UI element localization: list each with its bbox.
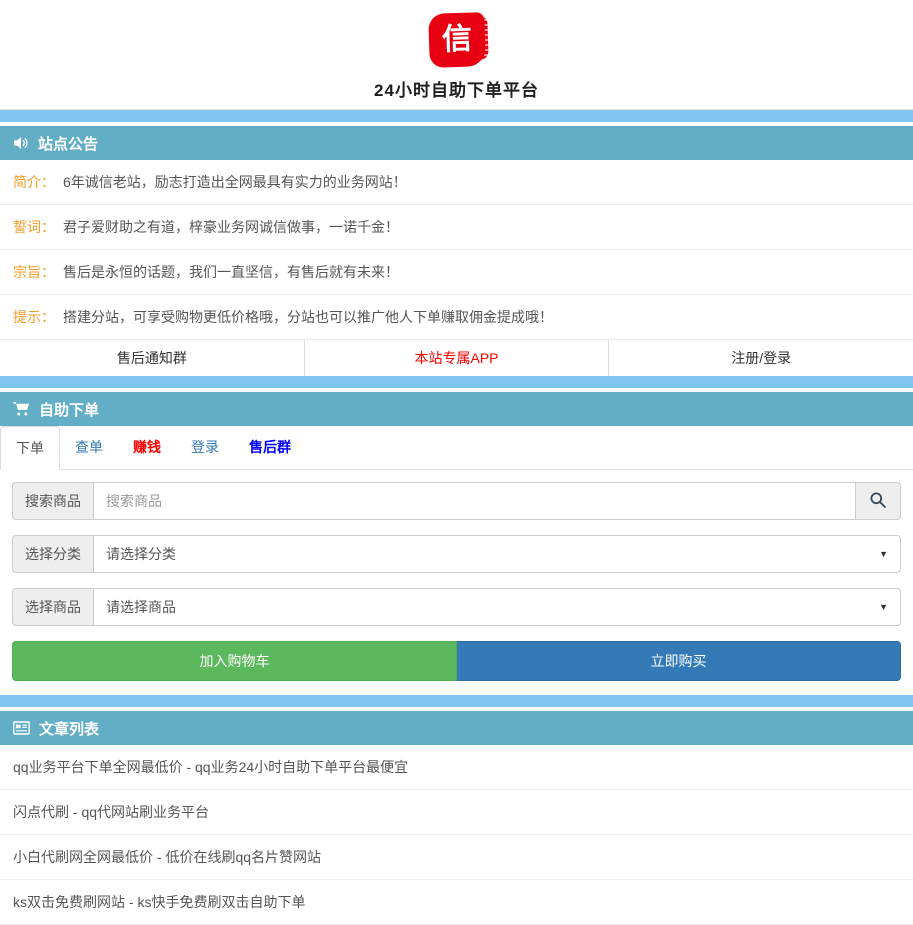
search-input[interactable] bbox=[93, 482, 856, 520]
tab-earn-money[interactable]: 赚钱 bbox=[118, 426, 176, 469]
add-to-cart-button[interactable]: 加入购物车 bbox=[12, 641, 457, 681]
article-list: qq业务平台下单全网最低价 - qq业务24小时自助下单平台最便宜 闪点代刷 -… bbox=[0, 745, 913, 925]
articles-header-title: 文章列表 bbox=[39, 718, 99, 739]
tab-place-order[interactable]: 下单 bbox=[0, 426, 60, 470]
announcement-list: 简介： 6年诚信老站，励志打造出全网最具有实力的业务网站！ 誓词： 君子爱财助之有道… bbox=[0, 160, 913, 340]
magnifier-icon bbox=[869, 491, 887, 512]
notice-label: 简介： bbox=[13, 174, 55, 190]
notice-text: 6年诚信老站，励志打造出全网最具有实力的业务网站！ bbox=[63, 174, 407, 190]
search-label: 搜索商品 bbox=[12, 482, 93, 520]
category-row: 选择分类 请选择分类 ▼ bbox=[12, 535, 901, 573]
notice-row: 宗旨： 售后是永恒的话题，我们一直坚信，有售后就有未来！ bbox=[0, 250, 913, 295]
product-select[interactable]: 请选择商品 ▼ bbox=[93, 588, 901, 626]
articles-header-bar: 文章列表 bbox=[0, 711, 913, 745]
aftersale-group-link[interactable]: 售后通知群 bbox=[0, 340, 304, 376]
announcement-header-bar: 站点公告 bbox=[0, 126, 913, 160]
site-title: 24小时自助下单平台 bbox=[0, 76, 913, 101]
announcement-header-title: 站点公告 bbox=[38, 133, 98, 154]
article-link[interactable]: 闪点代刷 - qq代网站刷业务平台 bbox=[0, 790, 913, 835]
order-tabs: 下单 查单 赚钱 登录 售后群 bbox=[0, 426, 913, 470]
article-link[interactable]: qq业务平台下单全网最低价 - qq业务24小时自助下单平台最便宜 bbox=[0, 745, 913, 790]
newspaper-icon bbox=[13, 721, 30, 735]
chevron-down-icon: ▼ bbox=[879, 549, 888, 559]
site-logo-seal: 信 bbox=[428, 12, 486, 68]
divider-strip bbox=[0, 376, 913, 388]
tab-login[interactable]: 登录 bbox=[176, 426, 234, 469]
notice-label: 誓词： bbox=[13, 219, 55, 235]
notice-row: 誓词： 君子爱财助之有道，梓豪业务网诚信做事，一诺千金！ bbox=[0, 205, 913, 250]
notice-row: 简介： 6年诚信老站，励志打造出全网最具有实力的业务网站！ bbox=[0, 160, 913, 205]
notice-label: 提示： bbox=[13, 309, 55, 325]
category-label: 选择分类 bbox=[12, 535, 93, 573]
site-app-link[interactable]: 本站专属APP bbox=[304, 340, 609, 376]
buy-now-button[interactable]: 立即购买 bbox=[457, 641, 901, 681]
notice-text: 君子爱财助之有道，梓豪业务网诚信做事，一诺千金！ bbox=[63, 219, 399, 235]
category-select[interactable]: 请选择分类 ▼ bbox=[93, 535, 901, 573]
divider-strip bbox=[0, 695, 913, 707]
quick-links-row: 售后通知群 本站专属APP 注册/登录 bbox=[0, 340, 913, 376]
order-actions-row: 加入购物车 立即购买 bbox=[12, 641, 901, 681]
notice-text: 售后是永恒的话题，我们一直坚信，有售后就有未来！ bbox=[63, 264, 399, 280]
speaker-icon bbox=[13, 135, 29, 151]
article-link[interactable]: ks双击免费刷网站 - ks快手免费刷双击自助下单 bbox=[0, 880, 913, 925]
article-link[interactable]: 小白代刷网全网最低价 - 低价在线刷qq名片赞网站 bbox=[0, 835, 913, 880]
search-button[interactable] bbox=[855, 482, 901, 520]
category-selected-value: 请选择分类 bbox=[106, 544, 176, 564]
notice-row: 提示： 搭建分站，可享受购物更低价格哦，分站也可以推广他人下单赚取佣金提成哦！ bbox=[0, 295, 913, 340]
search-row: 搜索商品 bbox=[12, 482, 901, 520]
chevron-down-icon: ▼ bbox=[879, 602, 888, 612]
product-label: 选择商品 bbox=[12, 588, 93, 626]
tab-aftersale-group[interactable]: 售后群 bbox=[234, 426, 306, 469]
notice-label: 宗旨： bbox=[13, 264, 55, 280]
register-login-link[interactable]: 注册/登录 bbox=[608, 340, 913, 376]
divider-strip bbox=[0, 110, 913, 122]
tab-check-order[interactable]: 查单 bbox=[60, 426, 118, 469]
cart-icon bbox=[13, 401, 30, 417]
site-header: 信 24小时自助下单平台 bbox=[0, 0, 913, 110]
notice-text: 搭建分站，可享受购物更低价格哦，分站也可以推广他人下单赚取佣金提成哦！ bbox=[63, 309, 553, 325]
product-selected-value: 请选择商品 bbox=[106, 597, 176, 617]
order-header-bar: 自助下单 bbox=[0, 392, 913, 426]
logo-character: 信 bbox=[441, 22, 472, 56]
product-row: 选择商品 请选择商品 ▼ bbox=[12, 588, 901, 626]
order-header-title: 自助下单 bbox=[39, 399, 99, 420]
